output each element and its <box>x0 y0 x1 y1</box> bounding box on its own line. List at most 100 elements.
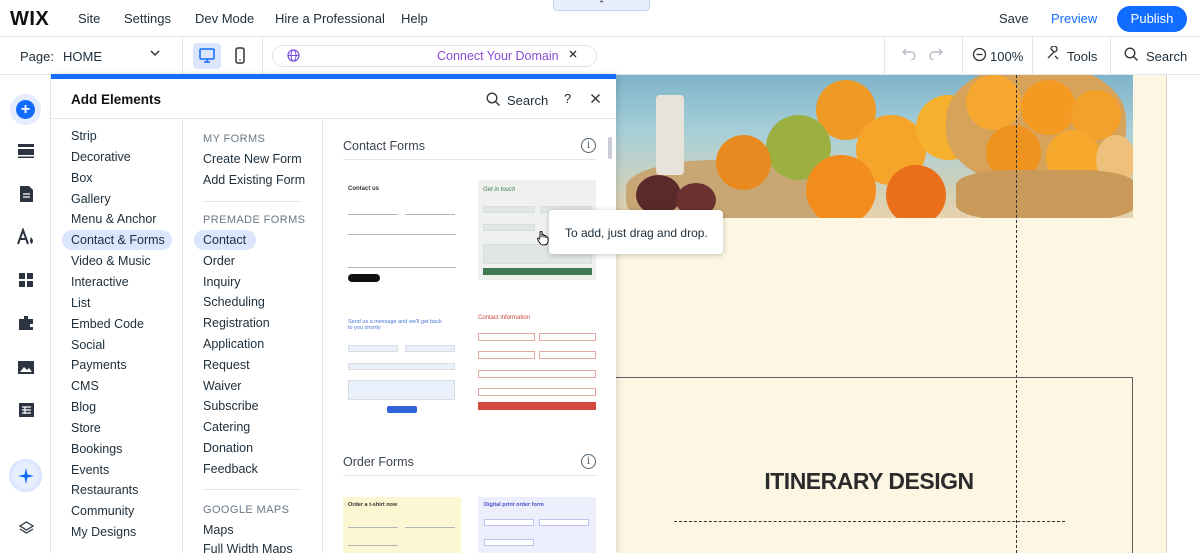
search-button[interactable]: Search <box>1146 49 1187 64</box>
drag-tooltip: To add, just drag and drop. <box>549 210 723 254</box>
divider <box>1032 37 1033 75</box>
sections-icon[interactable] <box>13 138 39 164</box>
divider-line <box>674 521 1065 522</box>
my-forms-heading: MY FORMS <box>203 133 266 145</box>
desktop-view-button[interactable] <box>193 43 221 69</box>
category-cms[interactable]: CMS <box>71 379 99 393</box>
category-decorative[interactable]: Decorative <box>71 150 131 164</box>
premade-forms-heading: PREMADE FORMS <box>203 214 306 226</box>
subcategory-order[interactable]: Order <box>203 254 235 268</box>
order-form-template-2[interactable]: Digital print order form <box>478 497 596 553</box>
subcategory-full-width-maps[interactable]: Full Width Maps <box>203 542 293 553</box>
section-outline <box>616 377 1133 553</box>
subcategory-create-new-form[interactable]: Create New Form <box>203 152 302 166</box>
scrollbar-thumb[interactable] <box>608 137 612 159</box>
subcategory-maps[interactable]: Maps <box>203 523 234 537</box>
category-box[interactable]: Box <box>71 171 93 185</box>
category-restaurants[interactable]: Restaurants <box>71 483 138 497</box>
redo-icon[interactable] <box>928 46 944 64</box>
subcategory-feedback[interactable]: Feedback <box>203 462 258 476</box>
publish-button[interactable]: Publish <box>1117 6 1187 32</box>
contact-form-template-1[interactable]: Contact us <box>343 180 461 285</box>
tools-icon[interactable] <box>1045 45 1060 64</box>
divider <box>262 37 263 75</box>
template-title: Order a t-shirt now <box>348 502 398 508</box>
subcategory-application[interactable]: Application <box>203 337 264 351</box>
info-icon[interactable]: i <box>581 454 596 469</box>
category-video-music[interactable]: Video & Music <box>71 254 151 268</box>
category-blog[interactable]: Blog <box>71 400 96 414</box>
category-interactive[interactable]: Interactive <box>71 275 129 289</box>
apps-icon[interactable] <box>13 267 39 293</box>
template-title: Contact information <box>478 315 531 321</box>
save-button[interactable]: Save <box>999 11 1029 26</box>
connect-domain-link[interactable]: Connect Your Domain <box>437 49 559 63</box>
tools-button[interactable]: Tools <box>1067 49 1097 64</box>
subcategory-inquiry[interactable]: Inquiry <box>203 275 241 289</box>
section-title[interactable]: ITINERARY DESIGN <box>616 468 1122 495</box>
menu-help[interactable]: Help <box>401 11 428 26</box>
preview-button[interactable]: Preview <box>1051 11 1097 26</box>
search-icon[interactable] <box>486 92 501 112</box>
subcategory-add-existing-form[interactable]: Add Existing Form <box>203 173 305 187</box>
category-contact-forms[interactable]: Contact & Forms <box>71 233 165 247</box>
order-form-template-1[interactable]: Order a t-shirt now <box>343 497 461 553</box>
divider <box>182 37 183 75</box>
help-icon[interactable]: ? <box>564 91 571 106</box>
zoom-out-icon[interactable] <box>972 47 987 67</box>
collapse-toolbar-handle[interactable]: ⌃ <box>553 0 650 11</box>
subcategory-donation[interactable]: Donation <box>203 441 253 455</box>
subcategory-contact[interactable]: Contact <box>203 233 246 247</box>
subcategory-scheduling[interactable]: Scheduling <box>203 295 265 309</box>
page-selector[interactable]: HOME <box>63 49 102 64</box>
category-my-designs[interactable]: My Designs <box>71 525 136 539</box>
category-list[interactable]: List <box>71 296 90 310</box>
menu-site[interactable]: Site <box>78 11 100 26</box>
subcategory-catering[interactable]: Catering <box>203 420 250 434</box>
close-icon[interactable] <box>590 91 601 107</box>
menu-dev-mode[interactable]: Dev Mode <box>195 11 254 26</box>
divider <box>343 475 597 476</box>
category-bookings[interactable]: Bookings <box>71 442 122 456</box>
subcategory-waiver[interactable]: Waiver <box>203 379 241 393</box>
mobile-view-button[interactable] <box>228 43 252 69</box>
theme-icon[interactable] <box>13 224 39 250</box>
category-community[interactable]: Community <box>71 504 134 518</box>
template-title: Send us a message and we'll get back to … <box>348 319 442 331</box>
info-icon[interactable]: i <box>581 138 596 153</box>
wix-logo[interactable]: WIX <box>10 8 49 31</box>
cms-icon[interactable] <box>13 397 39 423</box>
chevron-down-icon[interactable] <box>149 47 161 62</box>
category-gallery[interactable]: Gallery <box>71 192 111 206</box>
subcategory-subscribe[interactable]: Subscribe <box>203 399 259 413</box>
contact-form-template-4[interactable]: Contact information <box>478 313 596 413</box>
category-menu-anchor[interactable]: Menu & Anchor <box>71 212 156 226</box>
subcategory-registration[interactable]: Registration <box>203 316 270 330</box>
business-apps-icon[interactable] <box>13 310 39 336</box>
category-events[interactable]: Events <box>71 463 109 477</box>
ai-assistant-button[interactable] <box>9 459 42 492</box>
menu-hire-a-professional[interactable]: Hire a Professional <box>275 11 385 26</box>
subcategory-request[interactable]: Request <box>203 358 250 372</box>
desktop-icon <box>199 48 215 63</box>
panel-search-button[interactable]: Search <box>507 93 548 108</box>
close-icon[interactable] <box>568 48 578 62</box>
media-icon[interactable] <box>13 354 39 380</box>
add-elements-button[interactable]: + <box>10 94 41 125</box>
category-store[interactable]: Store <box>71 421 101 435</box>
search-icon[interactable] <box>1124 47 1139 67</box>
sparkle-icon <box>17 467 34 484</box>
category-embed-code[interactable]: Embed Code <box>71 317 144 331</box>
undo-icon[interactable] <box>901 46 917 64</box>
category-social[interactable]: Social <box>71 338 105 352</box>
zoom-level[interactable]: 100% <box>990 49 1023 64</box>
category-payments[interactable]: Payments <box>71 358 127 372</box>
contact-form-template-3[interactable]: Send us a message and we'll get back to … <box>343 313 461 418</box>
panel-title: Add Elements <box>71 92 162 107</box>
hero-image[interactable] <box>616 75 1133 218</box>
pages-icon[interactable] <box>13 181 39 207</box>
category-strip[interactable]: Strip <box>71 129 97 143</box>
template-title: Get in touch <box>483 187 516 193</box>
layers-icon[interactable] <box>13 515 39 541</box>
menu-settings[interactable]: Settings <box>124 11 171 26</box>
